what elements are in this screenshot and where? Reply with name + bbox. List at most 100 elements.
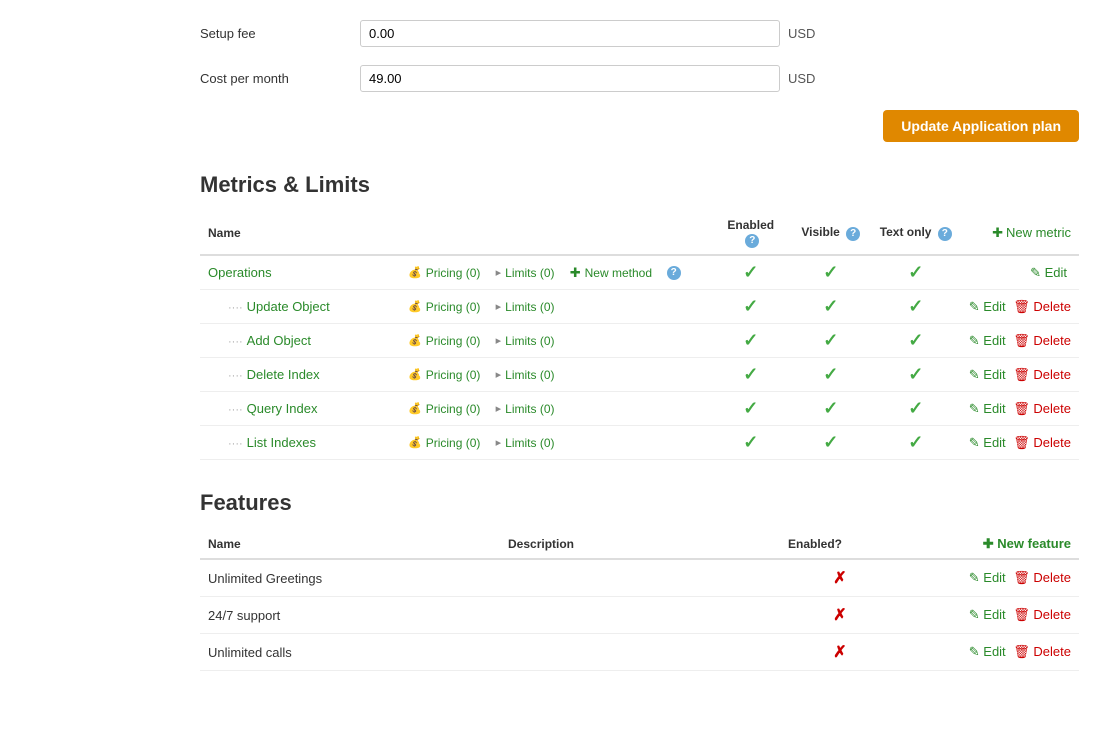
sub-indicator: ···· bbox=[228, 336, 243, 348]
feature-delete-link[interactable]: 🗑 Delete bbox=[1013, 570, 1071, 585]
check-visible: ✓ bbox=[823, 296, 838, 316]
col-header-text-only: Text only ? bbox=[871, 212, 961, 255]
limits-icon: ▸ bbox=[496, 436, 502, 449]
check-text-only: ✓ bbox=[908, 364, 923, 384]
edit-link[interactable]: ✎ Edit bbox=[969, 401, 1006, 416]
table-row: Operations💰Pricing (0) ▸Limits (0) ✚New … bbox=[200, 255, 1079, 290]
text-only-cell: ✓ bbox=[871, 290, 961, 324]
update-application-plan-button[interactable]: Update Application plan bbox=[883, 110, 1079, 142]
pricing-link[interactable]: Pricing (0) bbox=[426, 436, 481, 450]
visible-cell: ✓ bbox=[791, 392, 871, 426]
delete-link[interactable]: 🗑 Delete bbox=[1013, 367, 1071, 382]
delete-link[interactable]: 🗑 Delete bbox=[1013, 435, 1071, 450]
check-enabled: ✓ bbox=[743, 262, 758, 282]
feature-enabled-cell: ✗ bbox=[780, 597, 900, 634]
pricing-icon: 💰 bbox=[408, 266, 422, 279]
limits-link[interactable]: Limits (0) bbox=[505, 368, 554, 382]
visible-help-icon[interactable]: ? bbox=[846, 227, 860, 241]
pricing-link[interactable]: Pricing (0) bbox=[426, 266, 481, 280]
limits-icon: ▸ bbox=[496, 368, 502, 381]
metrics-section-title: Metrics & Limits bbox=[200, 172, 1079, 198]
col-header-new-metric: ✚New metric bbox=[961, 212, 1079, 255]
metric-name-link[interactable]: Add Object bbox=[247, 333, 311, 348]
col-header-visible: Visible ? bbox=[791, 212, 871, 255]
table-row: ····List Indexes💰Pricing (0) ▸Limits (0)… bbox=[200, 426, 1079, 460]
plus-icon: ✚ bbox=[992, 225, 1003, 240]
pricing-link[interactable]: Pricing (0) bbox=[426, 300, 481, 314]
edit-link[interactable]: ✎ Edit bbox=[969, 333, 1006, 348]
edit-link[interactable]: ✎ Edit bbox=[1030, 265, 1067, 280]
pricing-link[interactable]: Pricing (0) bbox=[426, 368, 481, 382]
metric-name-link[interactable]: Update Object bbox=[247, 299, 330, 314]
new-method-link[interactable]: New method bbox=[585, 266, 652, 280]
metrics-table: Name Enabled ? Visible ? Text only ? ✚Ne… bbox=[200, 212, 1079, 460]
setup-fee-input[interactable] bbox=[360, 20, 780, 47]
pricing-link[interactable]: Pricing (0) bbox=[426, 334, 481, 348]
visible-cell: ✓ bbox=[791, 324, 871, 358]
feature-delete-link[interactable]: 🗑 Delete bbox=[1013, 607, 1071, 622]
features-col-description: Description bbox=[500, 530, 780, 559]
feature-actions-cell: ✎ Edit 🗑 Delete bbox=[900, 634, 1079, 671]
x-feature: ✗ bbox=[833, 570, 846, 587]
method-help-icon[interactable]: ? bbox=[667, 266, 681, 280]
x-feature: ✗ bbox=[833, 644, 846, 661]
metric-name-link[interactable]: Query Index bbox=[247, 401, 318, 416]
edit-delete-cell: ✎ Edit 🗑 Delete bbox=[961, 392, 1079, 426]
col-header-actions bbox=[400, 212, 711, 255]
features-col-enabled: Enabled? bbox=[780, 530, 900, 559]
plus-icon-feature: ✚ bbox=[983, 536, 998, 551]
limits-link[interactable]: Limits (0) bbox=[505, 436, 554, 450]
delete-link[interactable]: 🗑 Delete bbox=[1013, 299, 1071, 314]
feature-edit-link[interactable]: ✎ Edit bbox=[969, 644, 1006, 659]
visible-cell: ✓ bbox=[791, 290, 871, 324]
sub-indicator: ···· bbox=[228, 302, 243, 314]
feature-edit-link[interactable]: ✎ Edit bbox=[969, 607, 1006, 622]
feature-delete-link[interactable]: 🗑 Delete bbox=[1013, 644, 1071, 659]
features-col-name: Name bbox=[200, 530, 500, 559]
new-feature-button[interactable]: ✚ New feature bbox=[983, 536, 1071, 551]
feature-description bbox=[500, 597, 780, 634]
metric-name-link[interactable]: List Indexes bbox=[247, 435, 316, 450]
limits-link[interactable]: Limits (0) bbox=[505, 266, 554, 280]
edit-link[interactable]: ✎ Edit bbox=[969, 367, 1006, 382]
feature-name: Unlimited calls bbox=[200, 634, 500, 671]
pricing-icon: 💰 bbox=[408, 368, 422, 381]
pricing-icon: 💰 bbox=[408, 402, 422, 415]
check-enabled: ✓ bbox=[743, 432, 758, 452]
edit-link[interactable]: ✎ Edit bbox=[969, 435, 1006, 450]
edit-delete-cell: ✎ Edit 🗑 Delete bbox=[961, 290, 1079, 324]
check-visible: ✓ bbox=[823, 262, 838, 282]
delete-link[interactable]: 🗑 Delete bbox=[1013, 333, 1071, 348]
metric-name-link[interactable]: Operations bbox=[208, 265, 272, 280]
cost-per-month-input[interactable] bbox=[360, 65, 780, 92]
limits-icon: ▸ bbox=[496, 402, 502, 415]
table-row: ····Update Object💰Pricing (0) ▸Limits (0… bbox=[200, 290, 1079, 324]
delete-link[interactable]: 🗑 Delete bbox=[1013, 401, 1071, 416]
check-enabled: ✓ bbox=[743, 398, 758, 418]
cost-per-month-currency: USD bbox=[788, 71, 815, 86]
feature-edit-link[interactable]: ✎ Edit bbox=[969, 570, 1006, 585]
setup-fee-label: Setup fee bbox=[200, 26, 360, 41]
enabled-help-icon[interactable]: ? bbox=[745, 234, 759, 248]
check-text-only: ✓ bbox=[908, 398, 923, 418]
limits-icon: ▸ bbox=[496, 334, 502, 347]
feature-description bbox=[500, 559, 780, 597]
limits-link[interactable]: Limits (0) bbox=[505, 300, 554, 314]
enabled-cell: ✓ bbox=[711, 290, 791, 324]
pricing-link[interactable]: Pricing (0) bbox=[426, 402, 481, 416]
new-metric-button[interactable]: ✚New metric bbox=[992, 225, 1071, 240]
text-only-cell: ✓ bbox=[871, 392, 961, 426]
text-only-help-icon[interactable]: ? bbox=[938, 227, 952, 241]
feature-enabled-cell: ✗ bbox=[780, 634, 900, 671]
table-row: Unlimited calls ✗ ✎ Edit 🗑 Delete bbox=[200, 634, 1079, 671]
edit-link[interactable]: ✎ Edit bbox=[969, 299, 1006, 314]
limits-link[interactable]: Limits (0) bbox=[505, 402, 554, 416]
limits-icon: ▸ bbox=[496, 266, 502, 279]
check-enabled: ✓ bbox=[743, 364, 758, 384]
limits-link[interactable]: Limits (0) bbox=[505, 334, 554, 348]
enabled-cell: ✓ bbox=[711, 392, 791, 426]
check-visible: ✓ bbox=[823, 398, 838, 418]
visible-cell: ✓ bbox=[791, 358, 871, 392]
metric-name-link[interactable]: Delete Index bbox=[247, 367, 320, 382]
edit-delete-cell: ✎ Edit bbox=[961, 255, 1079, 290]
